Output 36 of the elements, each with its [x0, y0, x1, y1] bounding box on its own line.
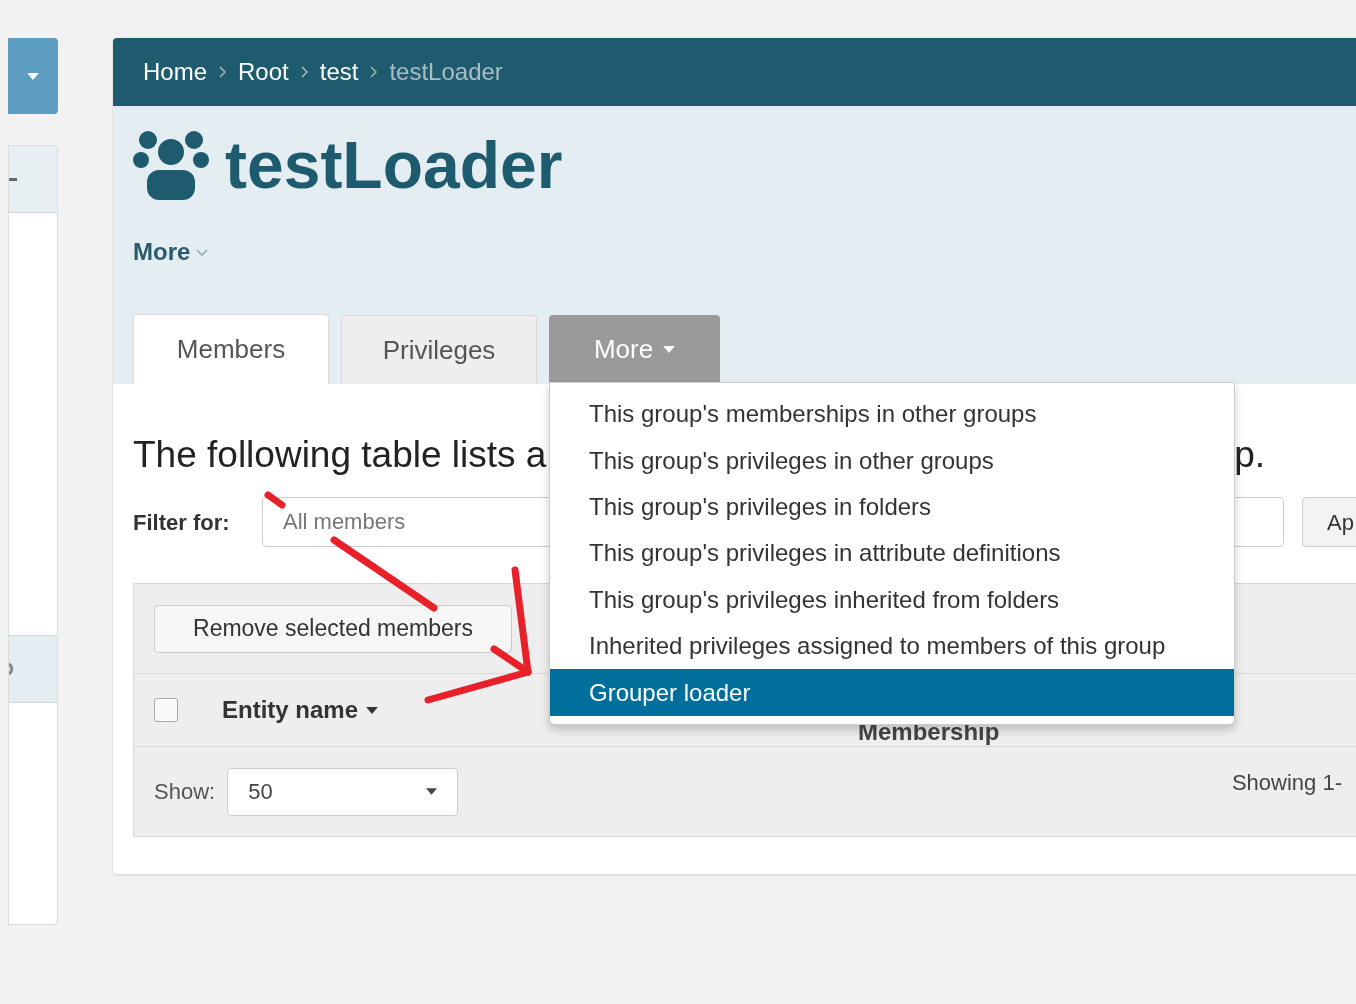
sort-caret-icon: [366, 706, 379, 714]
column-header[interactable]: Entity name: [222, 692, 359, 728]
select-all-checkbox[interactable]: [154, 698, 178, 722]
chevron-right-icon: [219, 66, 227, 78]
dropdown-arrow-icon: [426, 787, 438, 796]
showing-summary: Showing 1-: [1231, 769, 1342, 797]
apply-button[interactable]: Ap: [1302, 497, 1356, 547]
page-size-select[interactable]: 50: [227, 767, 459, 816]
caret-icon: [663, 346, 676, 353]
table-description: The following table lists a: [133, 436, 547, 473]
page-title: testLoader: [225, 132, 563, 198]
minus-icon: [9, 177, 17, 181]
dropdown-item[interactable]: Inherited privileges assigned to members of this group: [550, 622, 1234, 670]
dropdown-item[interactable]: This group's privileges in other groups: [550, 437, 1234, 484]
show-label: Show:: [154, 778, 216, 806]
tab[interactable]: Privileges: [341, 315, 537, 384]
chevron-down-icon: [196, 248, 209, 256]
dropdown-item[interactable]: This group's privileges inherited from folders: [550, 576, 1234, 623]
chevron-right-icon: [300, 66, 308, 78]
breadcrumb-link[interactable]: Home: [143, 54, 208, 90]
breadcrumb-link[interactable]: test: [319, 54, 359, 90]
dropdown-item[interactable]: This group's privileges in folders: [550, 483, 1234, 531]
dropdown-item[interactable]: This group's memberships in other groups: [550, 391, 1234, 438]
dropdown-item[interactable]: This group's privileges in attribute definitions: [550, 530, 1234, 577]
caret-icon: [27, 72, 39, 80]
table-description-end: p.: [1234, 436, 1265, 473]
remove-selected-button[interactable]: Remove selected members: [154, 604, 512, 653]
leader-line: [264, 491, 286, 509]
people-group-icon: [133, 130, 209, 200]
chevron-right-icon: [370, 66, 378, 78]
more-link[interactable]: More: [133, 234, 191, 270]
filter-label: Filter for:: [133, 508, 231, 537]
tab[interactable]: Members: [133, 314, 329, 384]
breadcrumb-link[interactable]: Root: [238, 54, 289, 90]
dropdown-item[interactable]: Grouper loader: [550, 669, 1234, 716]
breadcrumb-link[interactable]: testLoader: [389, 54, 503, 90]
